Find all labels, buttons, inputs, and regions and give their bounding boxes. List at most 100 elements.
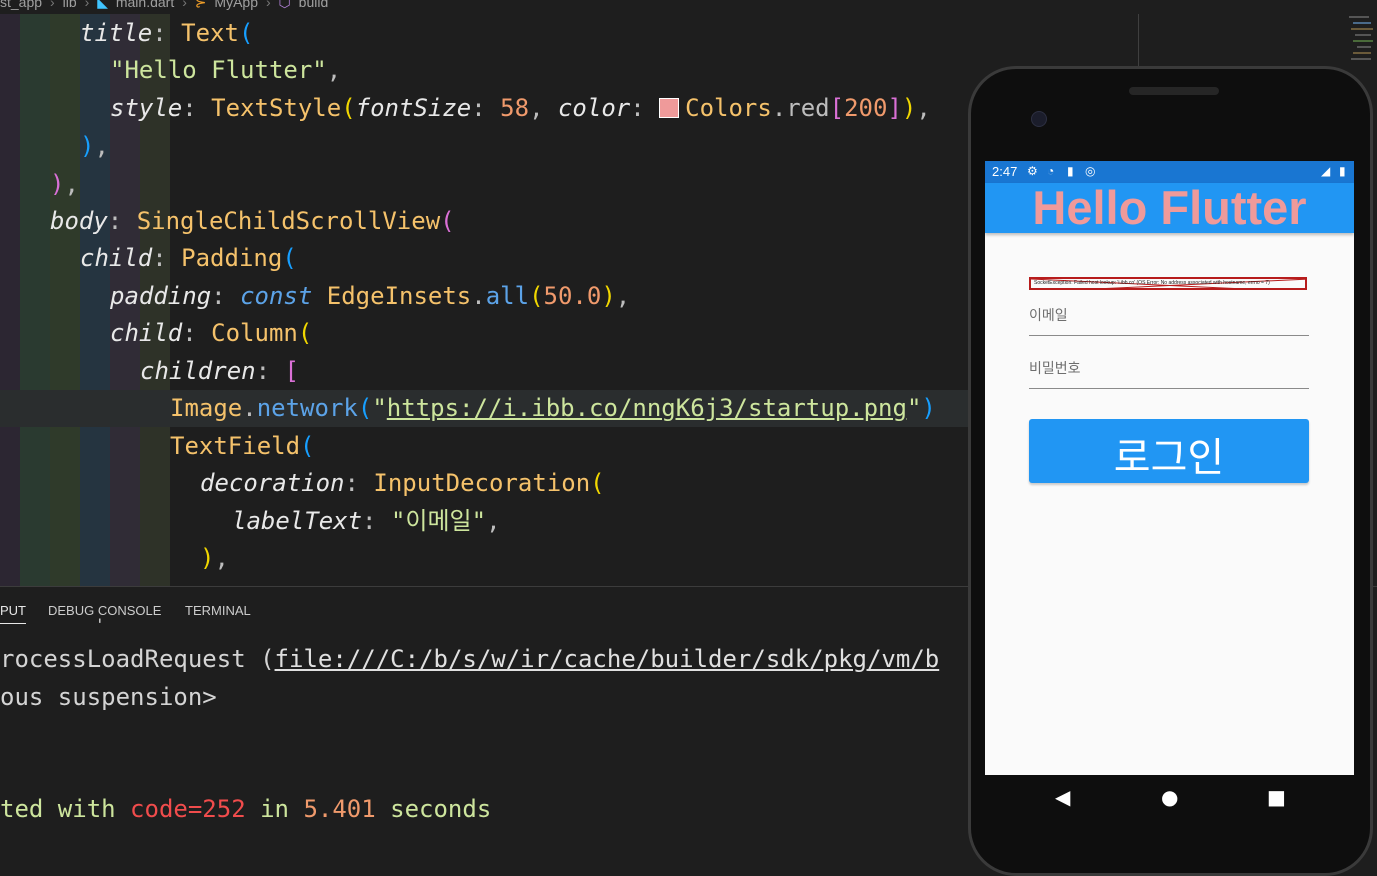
code-token: style <box>110 94 183 122</box>
breadcrumb-item-lib[interactable]: lib <box>63 0 77 10</box>
folder-chevron-icon: › <box>182 0 187 10</box>
folder-chevron-icon: › <box>50 0 55 10</box>
code-token: . <box>471 282 486 310</box>
code-token: : <box>152 19 182 47</box>
code-token: ( <box>590 469 605 497</box>
password-field[interactable]: 비밀번호 <box>1029 354 1309 389</box>
email-label: 이메일 <box>1029 307 1068 323</box>
folder-chevron-icon: › <box>265 0 271 10</box>
output-text: in <box>245 795 304 823</box>
code-token: " <box>906 394 922 422</box>
tab-output[interactable]: PUT <box>0 603 26 624</box>
output-line: ous suspension> <box>0 683 217 711</box>
code-token: : <box>152 244 182 272</box>
signal-icon: ◢ <box>1321 164 1331 178</box>
code-token: EdgeInsets <box>326 282 472 310</box>
code-token: : <box>182 319 212 347</box>
code-token: , <box>214 544 229 572</box>
code-token: child <box>110 319 183 347</box>
login-button[interactable]: 로그인 <box>1029 419 1309 483</box>
code-token: : <box>630 94 660 122</box>
code-link[interactable]: https://i.ibb.co/nngK6j3/startup.png <box>387 394 907 422</box>
code-token: ( <box>300 432 315 460</box>
code-token: , <box>529 94 558 122</box>
android-emulator: 2:47 ⚙ ◔ ▮ ◎ ◢ ▮ Hello Flutter SocketExc… <box>968 66 1373 876</box>
code-token: ( <box>341 94 356 122</box>
code-token: ] <box>887 94 902 122</box>
code-token: title <box>80 19 153 47</box>
output-line: ted with code=252 in 5.401 seconds <box>0 793 491 825</box>
email-field[interactable]: 이메일 <box>1029 301 1309 336</box>
code-token: child <box>80 244 153 272</box>
status-time: 2:47 <box>992 164 1018 179</box>
breadcrumb: st_app › lib › ◣ main.dart › ⊱ MyApp › ⬡ bui… <box>0 0 960 12</box>
image-error-placeholder: SocketException: Failed host lookup: 'i.… <box>1029 277 1307 290</box>
code-token: padding <box>110 282 212 310</box>
code-token: 58 <box>500 94 530 122</box>
phone-camera <box>1031 111 1047 127</box>
dart-file-icon: ◣ <box>97 0 108 10</box>
code-token: : <box>107 207 137 235</box>
code-token: ) <box>200 544 215 572</box>
code-token: : <box>471 94 501 122</box>
code-line[interactable]: title: Text( <box>0 15 1220 52</box>
code-token: , <box>94 132 109 160</box>
class-symbol-icon: ⊱ <box>194 0 207 10</box>
code-token: red <box>786 94 830 122</box>
phone-speaker <box>1129 87 1219 95</box>
code-token: , <box>326 56 342 84</box>
code-token: TextStyle <box>211 94 342 122</box>
elapsed-seconds: 5.401 <box>303 795 376 823</box>
sd-card-icon: ▮ <box>1067 164 1074 178</box>
code-token: children <box>140 357 256 385</box>
code-token: . <box>771 94 787 122</box>
breadcrumb-item-method[interactable]: build <box>299 0 329 10</box>
tab-terminal[interactable]: TERMINAL <box>185 603 251 618</box>
code-token: : <box>255 357 285 385</box>
breadcrumb-item-folder[interactable]: st_app <box>0 0 42 10</box>
code-token: network <box>256 394 358 422</box>
code-token: labelText <box>232 507 363 535</box>
code-token: ) <box>80 132 95 160</box>
code-token: Image <box>170 394 243 422</box>
output-text: ' <box>95 615 105 634</box>
wifi-icon: ◔ <box>1047 164 1055 178</box>
code-token: fontSize <box>355 94 472 122</box>
back-icon[interactable]: ◀ <box>1055 785 1070 809</box>
code-token: , <box>64 170 79 198</box>
breadcrumb-item-file[interactable]: main.dart <box>116 0 174 10</box>
breadcrumb-item-class[interactable]: MyApp <box>214 0 258 10</box>
code-token: Text <box>181 19 239 47</box>
code-token: color <box>557 94 631 122</box>
exit-code: code=252 <box>130 795 246 823</box>
recents-icon[interactable]: ■ <box>1267 785 1286 809</box>
code-token: ( <box>238 19 254 47</box>
code-token: : <box>344 469 374 497</box>
code-token: [ <box>284 357 299 385</box>
code-token: decoration <box>200 469 345 497</box>
code-token: ( <box>282 244 297 272</box>
code-token: ) <box>601 282 616 310</box>
battery-icon: ▮ <box>1339 164 1346 178</box>
code-token: Column <box>211 319 298 347</box>
settings-icon: ⚙ <box>1027 164 1038 178</box>
code-token: "이메일" <box>390 507 487 535</box>
code-token: const <box>240 282 313 310</box>
output-text: rocessLoadRequest ( <box>0 645 275 673</box>
output-file-link[interactable]: file:///C:/b/s/w/ir/cache/builder/sdk/pk… <box>275 645 940 673</box>
color-swatch-icon[interactable] <box>659 98 680 118</box>
code-token: ( <box>440 207 455 235</box>
home-icon[interactable]: ● <box>1161 785 1178 809</box>
folder-chevron-icon: › <box>84 0 90 10</box>
code-token: " <box>372 394 387 422</box>
output-line: rocessLoadRequest (file:///C:/b/s/w/ir/c… <box>0 643 939 675</box>
code-token: TextField <box>170 432 301 460</box>
app-screen: 2:47 ⚙ ◔ ▮ ◎ ◢ ▮ Hello Flutter SocketExc… <box>985 161 1354 775</box>
code-token: SingleChildScrollView <box>136 207 441 235</box>
image-error-text: SocketException: Failed host lookup: 'i.… <box>1034 280 1270 286</box>
tab-debug-console[interactable]: DEBUG CONSOLE <box>48 603 161 618</box>
code-token: 200 <box>844 94 888 122</box>
code-token: , <box>615 282 631 310</box>
code-token: ( <box>529 282 544 310</box>
code-token: : <box>182 94 212 122</box>
